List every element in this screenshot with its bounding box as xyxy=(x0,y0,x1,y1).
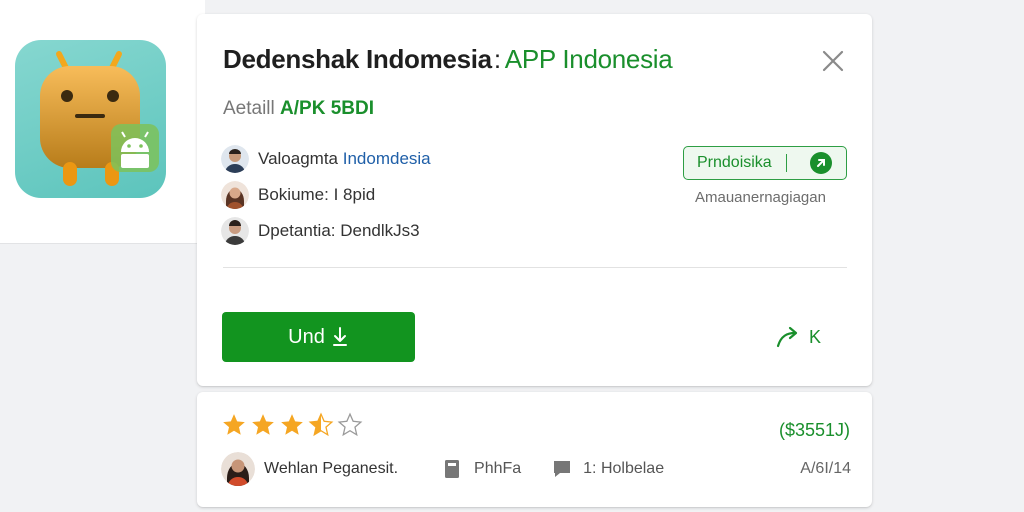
meta-item[interactable]: PhhFa xyxy=(442,458,521,480)
share-label: K xyxy=(809,326,822,347)
tag-label: Prndoisika xyxy=(697,154,772,171)
download-icon xyxy=(332,327,347,346)
app-detail-card: Dedenshak Indomesia: APP Indonesia Aetail… xyxy=(197,14,872,386)
subtitle-highlight: A/PK 5BDI xyxy=(280,98,374,119)
app-subtitle: Aetaill A/PK 5BDI xyxy=(223,98,374,120)
star-half-icon xyxy=(308,412,334,437)
app-icon-panel xyxy=(0,0,205,243)
star-empty-icon xyxy=(337,412,363,437)
price-label: ($3551J) xyxy=(778,420,850,440)
section-divider xyxy=(223,267,847,268)
subtitle-prefix: Aetaill xyxy=(223,98,275,119)
category-tag-button[interactable]: Prndoisika xyxy=(683,146,847,180)
meta-item[interactable]: 1: Holbelae xyxy=(551,458,664,480)
reviewer-name: Wehlan Peganesit. xyxy=(264,460,399,477)
install-label: Und xyxy=(288,325,325,348)
info-label: Bokiume: xyxy=(258,185,329,204)
meta-label: 1: Holbelae xyxy=(583,460,665,477)
share-arrow-icon xyxy=(776,326,798,348)
close-icon xyxy=(822,50,844,72)
info-row-developer: Valoagmta Indomdesia xyxy=(221,144,431,174)
avatar xyxy=(221,145,249,173)
info-row-category: Dpetantia: DendlkJs3 xyxy=(221,216,420,246)
info-value: I 8pid xyxy=(333,185,376,204)
title-separator: : xyxy=(493,44,501,74)
info-label: Dpetantia: xyxy=(258,221,336,240)
info-value-link[interactable]: Indomdesia xyxy=(343,149,431,169)
meta-label: PhhFa xyxy=(474,460,522,477)
share-button[interactable]: K xyxy=(775,320,821,354)
star-filled-icon xyxy=(281,414,303,435)
comment-icon xyxy=(554,461,571,477)
tag-caption: Amauanernagiagan xyxy=(695,189,826,206)
info-value: DendlkJs3 xyxy=(340,221,420,240)
close-button[interactable] xyxy=(817,45,849,77)
app-title: Dedenshak Indomesia: APP Indonesia xyxy=(223,44,673,75)
star-rating[interactable] xyxy=(221,412,366,438)
arrow-circle-icon xyxy=(810,152,832,174)
star-filled-icon xyxy=(252,414,274,435)
version-label: A/6I/14 xyxy=(800,460,851,477)
avatar xyxy=(221,181,249,209)
app-title-name: Dedenshak Indomesia xyxy=(223,44,492,74)
avatar xyxy=(221,452,255,486)
android-robot-icon[interactable] xyxy=(15,40,166,198)
review-card: ($3551J) Wehlan Peganesit. PhhFa 1: Holb… xyxy=(197,392,872,507)
install-button[interactable]: Und xyxy=(222,312,415,362)
star-filled-icon xyxy=(223,414,245,435)
tag-divider xyxy=(785,154,787,172)
info-label: Valoagmta xyxy=(258,149,339,168)
info-row-size: Bokiume: I 8pid xyxy=(221,180,375,210)
app-title-suffix: APP Indonesia xyxy=(504,44,673,74)
bookmark-icon xyxy=(445,460,460,478)
reviewer-row: Wehlan Peganesit. PhhFa 1: Holbelae A/6I… xyxy=(221,450,851,488)
avatar xyxy=(221,217,249,245)
